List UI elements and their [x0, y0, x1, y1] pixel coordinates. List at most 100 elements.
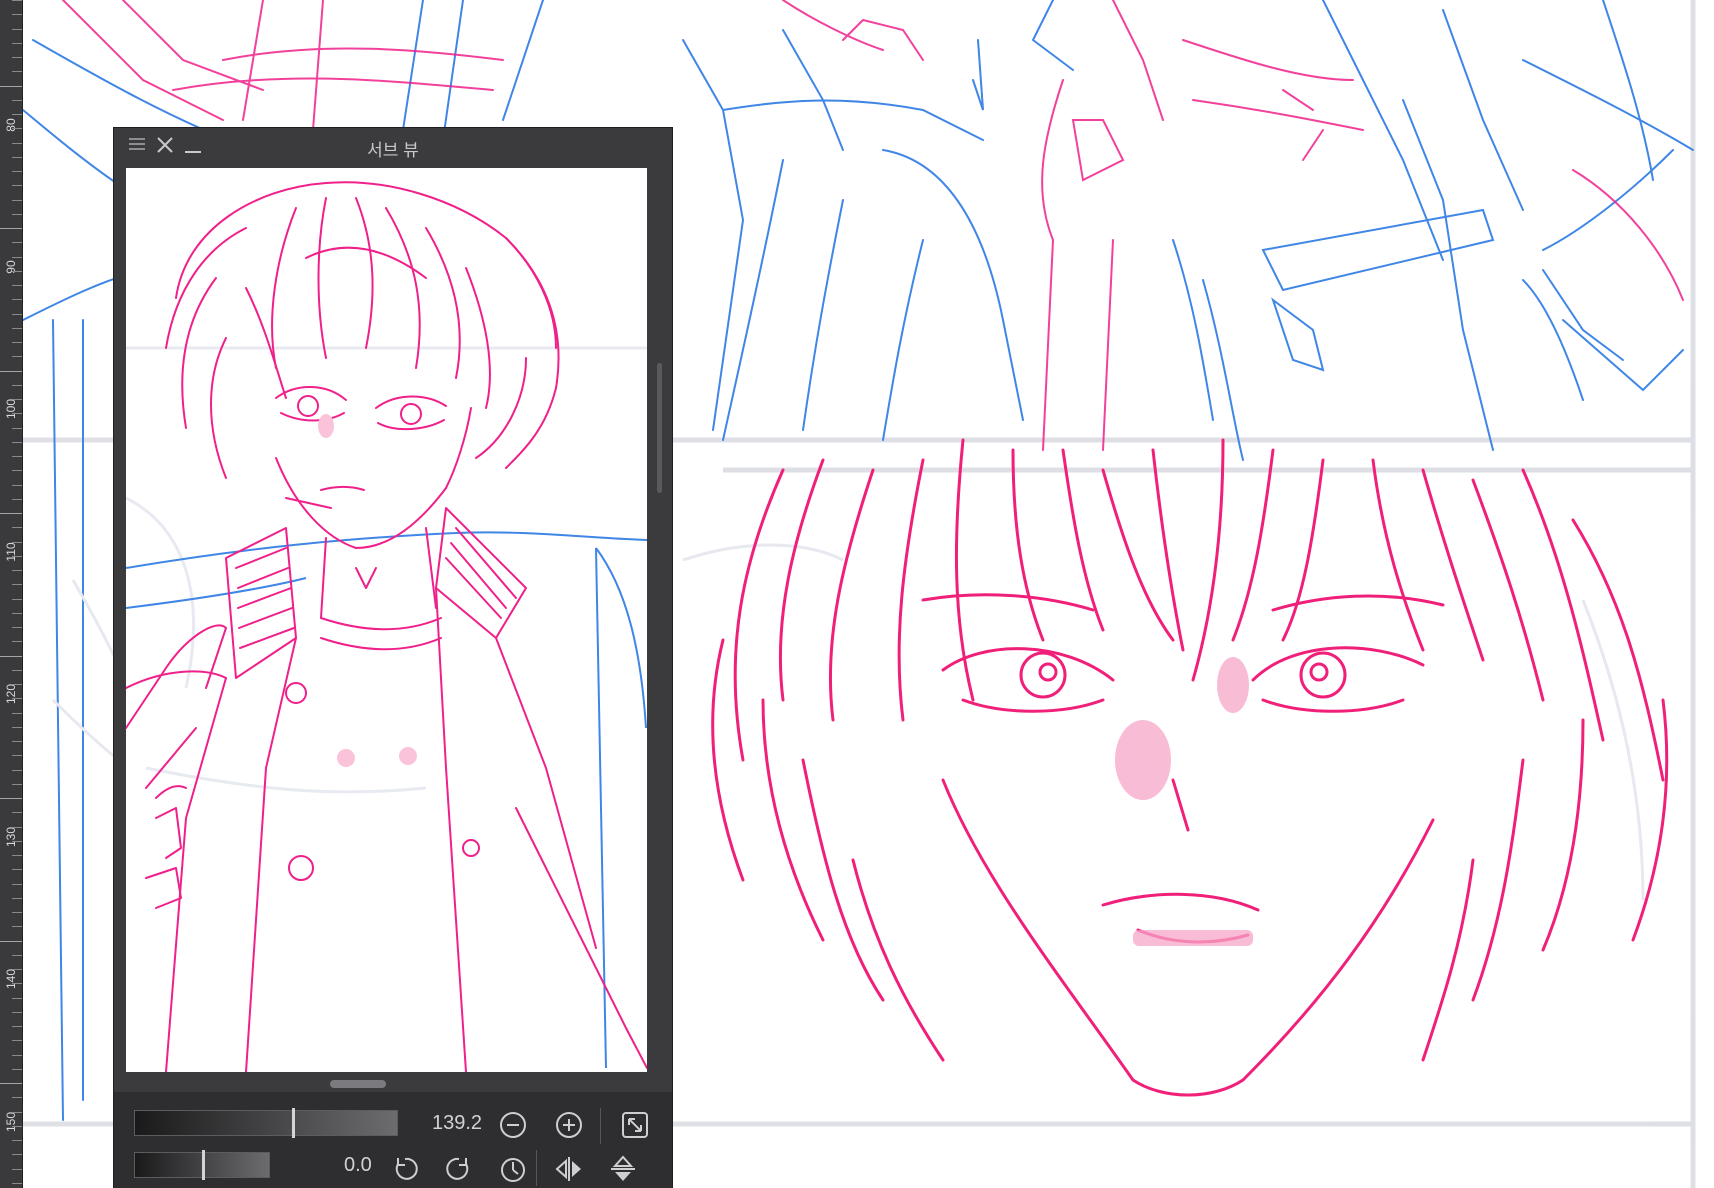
ruler-tick	[12, 328, 22, 329]
horizontal-scroll-thumb[interactable]	[330, 1080, 386, 1088]
ruler-tick	[12, 456, 22, 457]
ruler-label: 150	[4, 1111, 18, 1132]
ruler-tick	[12, 271, 22, 272]
ruler-tick	[0, 656, 22, 657]
ruler-tick	[12, 613, 22, 614]
ruler-tick	[12, 114, 22, 115]
ruler-tick	[12, 413, 22, 414]
ruler-tick	[12, 29, 22, 30]
sub-view-controls: 139.2 0.0	[114, 1092, 672, 1188]
vertical-scroll-thumb[interactable]	[657, 363, 662, 493]
ruler-tick	[0, 371, 22, 372]
ruler-tick	[12, 185, 22, 186]
ruler-tick	[12, 285, 22, 286]
ruler-tick	[12, 912, 22, 913]
ruler-tick	[0, 228, 22, 229]
ruler-tick	[12, 1012, 22, 1013]
ruler-tick	[12, 670, 22, 671]
ruler-tick	[12, 755, 22, 756]
ruler-tick	[12, 1069, 22, 1070]
rotation-value: 0.0	[344, 1154, 372, 1176]
ruler-tick	[12, 684, 22, 685]
sub-view-preview[interactable]	[126, 168, 647, 1072]
rotation-slider-knob[interactable]	[202, 1150, 205, 1180]
ruler-label: 110	[4, 542, 18, 562]
ruler-tick	[12, 1126, 22, 1127]
ruler-tick	[12, 969, 22, 970]
ruler-tick	[12, 1154, 22, 1155]
ruler-tick	[12, 641, 22, 642]
sub-view-title: 서브 뷰	[367, 141, 419, 160]
ruler-tick	[12, 385, 22, 386]
ruler-tick	[12, 314, 22, 315]
ruler-tick	[12, 1169, 22, 1170]
ruler-tick	[12, 955, 22, 956]
ruler-label: 140	[4, 968, 18, 989]
ruler-tick	[12, 1040, 22, 1041]
ruler-tick	[12, 0, 22, 1]
ruler-tick	[12, 57, 22, 58]
zoom-out-icon[interactable]	[498, 1110, 528, 1140]
ruler-tick	[12, 983, 22, 984]
rotation-slider[interactable]	[134, 1150, 270, 1180]
control-separator	[600, 1108, 601, 1144]
ruler-tick	[12, 214, 22, 215]
zoom-slider-knob[interactable]	[292, 1108, 296, 1138]
ruler-tick	[12, 257, 22, 258]
ruler-tick	[12, 869, 22, 870]
ruler-tick	[12, 43, 22, 44]
ruler-label: 80	[4, 118, 18, 132]
ruler-tick	[12, 713, 22, 714]
ruler-tick	[12, 884, 22, 885]
ruler-tick	[12, 570, 22, 571]
ruler-tick	[0, 941, 22, 942]
ruler-label: 100	[4, 398, 18, 419]
ruler-tick	[12, 556, 22, 557]
ruler-tick	[0, 513, 22, 514]
ruler-tick	[0, 86, 22, 87]
ruler-tick	[12, 14, 22, 15]
ruler-tick	[12, 527, 22, 528]
ruler-tick	[12, 342, 22, 343]
ruler-tick	[12, 1026, 22, 1027]
ruler-tick	[12, 399, 22, 400]
ruler-tick	[12, 855, 22, 856]
ruler-tick	[12, 200, 22, 201]
ruler-tick	[12, 698, 22, 699]
ruler-tick	[12, 770, 22, 771]
ruler-tick	[12, 143, 22, 144]
ruler-tick	[12, 741, 22, 742]
ruler-tick	[12, 827, 22, 828]
preview-horizontal-scrollbar[interactable]	[126, 1076, 647, 1090]
ruler-label: 130	[4, 826, 18, 847]
ruler-tick	[12, 542, 22, 543]
flip-vertical-icon[interactable]	[608, 1154, 638, 1184]
ruler-tick	[12, 428, 22, 429]
flip-horizontal-icon[interactable]	[554, 1154, 584, 1184]
ruler-tick	[12, 470, 22, 471]
zoom-slider[interactable]	[134, 1108, 398, 1138]
ruler-tick	[12, 171, 22, 172]
zoom-value: 139.2	[432, 1112, 483, 1134]
ruler-tick	[12, 627, 22, 628]
sub-view-panel[interactable]: 서브 뷰 139.2 0.0	[114, 128, 672, 1188]
preview-vertical-scrollbar[interactable]	[652, 168, 666, 1072]
ruler-tick	[12, 157, 22, 158]
ruler-label: 120	[4, 683, 18, 704]
fit-to-view-icon[interactable]	[620, 1110, 650, 1140]
reset-rotation-icon[interactable]	[498, 1154, 528, 1184]
zoom-in-icon[interactable]	[554, 1110, 584, 1140]
preview-artwork	[126, 181, 647, 1072]
ruler-tick	[0, 1083, 22, 1084]
rotate-right-icon[interactable]	[444, 1154, 474, 1184]
ruler-tick	[12, 128, 22, 129]
ruler-tick	[12, 242, 22, 243]
ruler-tick	[12, 898, 22, 899]
rotate-left-icon[interactable]	[390, 1154, 420, 1184]
ruler-tick	[12, 1112, 22, 1113]
ruler-tick	[12, 100, 22, 101]
ruler-tick	[12, 841, 22, 842]
ruler-tick	[12, 812, 22, 813]
sub-view-titlebar[interactable]: 서브 뷰	[114, 128, 672, 162]
ruler-tick	[12, 1183, 22, 1184]
